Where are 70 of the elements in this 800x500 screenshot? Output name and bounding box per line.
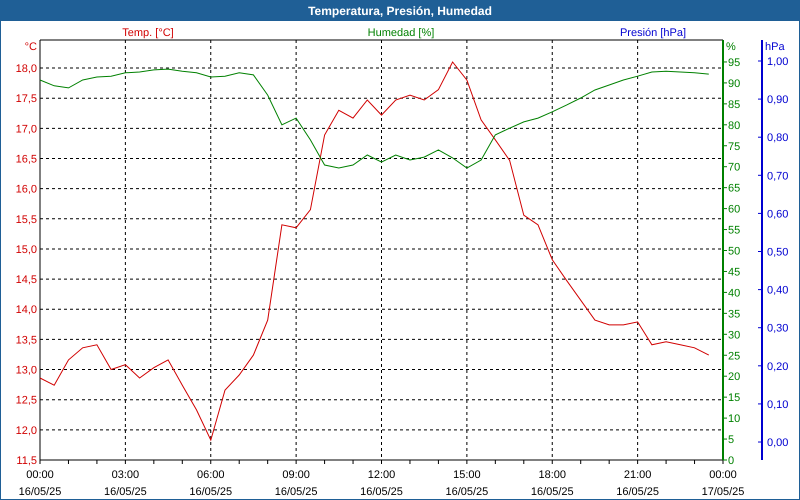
y-tick-label: 75	[728, 140, 740, 153]
y-tick-label: 0,90	[767, 94, 788, 106]
y-tick-label: 0,30	[767, 322, 788, 335]
y-tick-label: 50	[728, 246, 740, 258]
y-tick-label: 18,0	[16, 63, 37, 76]
y-tick-label: 25	[728, 350, 740, 362]
y-tick-label: 11,5	[16, 455, 37, 467]
y-tick-label: 0,60	[767, 208, 788, 220]
x-tick-label: 06:00	[196, 469, 225, 481]
x-tick-label: 21:00	[624, 469, 652, 481]
axis-unit: °C	[24, 41, 37, 53]
y-tick-label: 15,0	[16, 244, 37, 256]
window-title: Temperatura, Presión, Humedad	[308, 3, 492, 20]
y-tick-label: 5	[728, 434, 734, 446]
axis-title: Presión [hPa]	[620, 27, 686, 39]
y-tick-label: 20	[728, 371, 740, 384]
y-tick-label: 16,5	[16, 154, 37, 166]
x-tick-label: 17/05/25	[702, 486, 744, 498]
y-tick-label: 85	[728, 98, 740, 111]
y-tick-label: 12,5	[16, 394, 37, 407]
y-tick-label: 17,5	[16, 93, 37, 106]
y-tick-label: 0,00	[767, 437, 788, 450]
x-tick-label: 16/05/25	[274, 486, 318, 498]
x-tick-label: 00:00	[26, 469, 54, 481]
y-tick-label: 0,40	[767, 284, 788, 297]
y-tick-label: 0	[728, 455, 734, 467]
y-tick-label: 15,5	[16, 214, 37, 226]
y-tick-label: 13,0	[16, 364, 37, 377]
y-tick-label: 60	[728, 204, 740, 216]
x-tick-label: 12:00	[368, 469, 396, 481]
y-tick-label: 0,10	[767, 398, 788, 411]
y-tick-label: 17,0	[16, 123, 37, 136]
x-tick-label: 16/05/25	[616, 486, 660, 498]
x-tick-label: 09:00	[282, 469, 310, 481]
axis-unit: hPa	[765, 41, 785, 53]
x-tick-label: 16/05/25	[18, 486, 62, 498]
y-tick-label: 0,80	[767, 132, 788, 144]
y-tick-label: 1,00	[767, 56, 788, 68]
y-tick-label: 40	[728, 287, 740, 300]
y-tick-label: 0,50	[767, 246, 788, 258]
y-tick-label: 65	[728, 182, 740, 195]
y-tick-label: 13,5	[16, 334, 37, 346]
series-title: Temp. [°C]	[122, 27, 174, 39]
y-tick-label: 70	[728, 162, 740, 174]
x-tick-label: 00:00	[709, 469, 737, 481]
x-tick-label: 16/05/25	[360, 486, 403, 498]
y-tick-label: 12,0	[16, 424, 37, 437]
y-tick-label: 16,0	[16, 184, 37, 196]
x-tick-label: 16/05/25	[189, 486, 232, 498]
y-tick-label: 35	[728, 308, 740, 320]
axis-unit: %	[726, 41, 736, 53]
x-tick-label: 16/05/25	[445, 486, 488, 498]
y-tick-label: 80	[728, 120, 740, 132]
x-tick-label: 03:00	[112, 469, 140, 481]
x-tick-label: 16/05/25	[530, 486, 574, 498]
y-tick-label: 14,0	[16, 304, 37, 316]
y-tick-label: 14,5	[16, 274, 37, 286]
x-tick-label: 18:00	[538, 469, 566, 481]
y-tick-label: 55	[728, 224, 740, 237]
x-tick-label: 15:00	[453, 469, 481, 481]
y-tick-label: 0,70	[767, 170, 788, 182]
x-tick-label: 16/05/25	[104, 486, 147, 498]
y-tick-label: 0,20	[767, 360, 788, 373]
y-tick-label: 15	[728, 392, 740, 404]
series-title: Humedad [%]	[368, 27, 434, 39]
y-tick-label: 90	[728, 78, 740, 90]
y-tick-label: 10	[728, 413, 740, 426]
y-tick-label: 95	[728, 56, 740, 69]
y-tick-label: 45	[728, 266, 740, 278]
y-tick-label: 30	[728, 329, 740, 342]
